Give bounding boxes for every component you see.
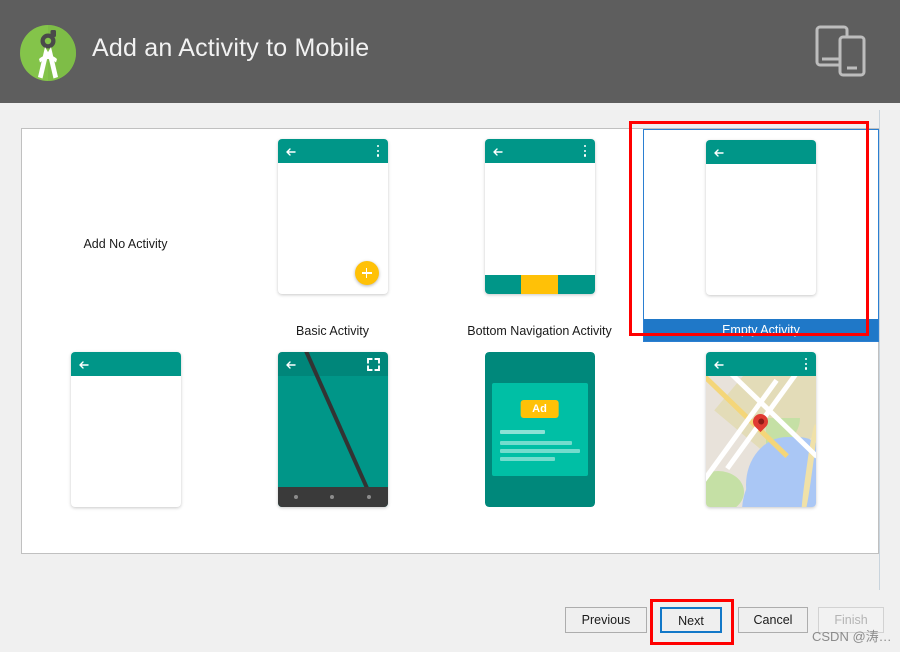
back-arrow-icon — [285, 145, 297, 157]
dialog-header: Add an Activity to Mobile — [0, 0, 900, 103]
gallery-item-label: Bottom Navigation Activity — [467, 324, 612, 338]
overflow-menu-icon — [376, 145, 380, 157]
bottom-navigation-activity-thumbnail — [484, 139, 595, 294]
back-arrow-icon — [78, 358, 90, 370]
activity-template-gallery[interactable]: Add No Activity Basic Activity Bottom Na… — [21, 128, 879, 554]
ads-activity-thumbnail: Ad — [484, 352, 595, 507]
basic-activity-thumbnail — [277, 139, 388, 294]
maps-activity-thumbnail — [706, 352, 816, 507]
gallery-item-label: Add No Activity — [83, 237, 168, 251]
app-bar — [70, 352, 181, 376]
back-arrow-icon — [285, 358, 297, 370]
tablet-and-phone-icon — [809, 18, 875, 84]
cancel-button[interactable]: Cancel — [738, 607, 808, 633]
android-studio-logo-icon — [12, 17, 84, 89]
gallery-item-bottom-navigation-activity[interactable]: Bottom Navigation Activity — [436, 129, 643, 342]
back-arrow-icon — [713, 146, 725, 158]
back-arrow-icon — [713, 358, 725, 370]
gallery-item-fullscreen-activity[interactable] — [229, 342, 436, 542]
app-bar — [277, 139, 388, 163]
next-button[interactable]: Next — [660, 607, 722, 633]
gallery-item-google-maps-activity[interactable] — [643, 342, 879, 542]
page-title: Add an Activity to Mobile — [92, 34, 370, 62]
empty-activity-thumbnail — [706, 140, 816, 295]
app-bar — [484, 139, 595, 163]
panel-divider — [879, 110, 880, 590]
watermark: CSDN @涛… — [812, 629, 892, 644]
system-nav-bar — [277, 487, 388, 507]
add-activity-dialog: Add an Activity to Mobile Add No Activit… — [0, 0, 900, 652]
gallery-item-label: Empty Activity — [644, 319, 878, 341]
app-bar — [706, 352, 816, 376]
gallery-item-add-no-activity[interactable]: Add No Activity — [22, 129, 229, 342]
floating-action-button-icon — [354, 261, 379, 285]
overflow-menu-icon — [583, 145, 587, 157]
app-bar — [706, 140, 816, 164]
fullscreen-expand-icon — [366, 358, 380, 371]
map-canvas — [706, 376, 816, 507]
fullscreen-activity-thumbnail — [277, 352, 388, 507]
dialog-footer: Previous Next Cancel Finish — [0, 590, 900, 652]
gallery-item-ads-activity[interactable]: Ad — [436, 342, 643, 542]
ad-badge: Ad — [520, 400, 559, 418]
back-arrow-icon — [492, 145, 504, 157]
gallery-item-row2-basic[interactable] — [22, 342, 229, 542]
bottom-navigation-bar — [484, 275, 595, 294]
basic-plain-thumbnail — [70, 352, 181, 507]
gallery-item-label: Basic Activity — [296, 324, 369, 338]
gallery-item-basic-activity[interactable]: Basic Activity — [229, 129, 436, 342]
ad-content-card: Ad — [491, 383, 588, 476]
overflow-menu-icon — [805, 358, 808, 370]
gallery-item-empty-activity[interactable]: Empty Activity — [643, 129, 879, 342]
previous-button[interactable]: Previous — [565, 607, 647, 633]
